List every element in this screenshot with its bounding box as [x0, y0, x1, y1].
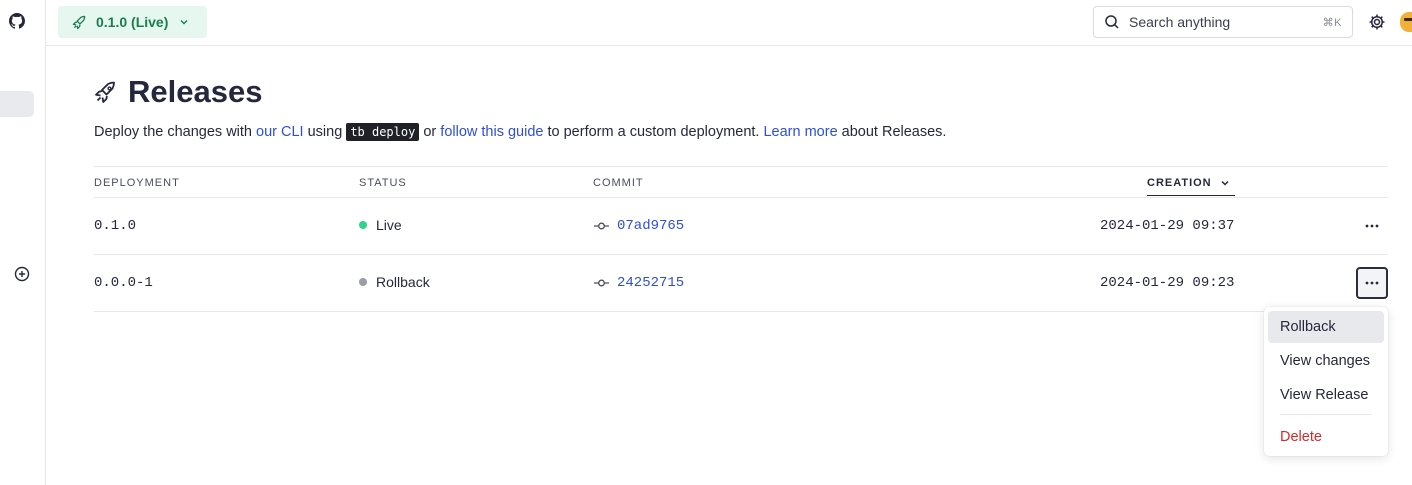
column-header-status[interactable]: STATUS — [359, 177, 407, 189]
creation-date: 2024-01-29 09:23 — [1100, 275, 1235, 291]
status-badge: Live — [359, 217, 402, 233]
row-actions-menu: Rollback View changes View Release Delet… — [1264, 307, 1388, 456]
status-label: Rollback — [376, 274, 430, 290]
releases-table: DEPLOYMENT STATUS COMMIT CREATION 0.1.0 … — [94, 166, 1388, 312]
commit-link[interactable]: 24252715 — [617, 275, 684, 291]
column-header-commit[interactable]: COMMIT — [593, 177, 644, 189]
table-header: DEPLOYMENT STATUS COMMIT CREATION — [94, 166, 1388, 198]
page-title: Releases — [128, 74, 263, 109]
commit-cell: 07ad9765 — [594, 218, 684, 234]
column-header-deployment[interactable]: DEPLOYMENT — [94, 177, 180, 189]
status-dot — [359, 278, 367, 286]
row-actions-button[interactable] — [1356, 267, 1388, 299]
chevron-down-icon — [180, 20, 188, 25]
github-icon[interactable] — [9, 13, 25, 29]
row-actions-button[interactable] — [1356, 210, 1388, 242]
desc-text: using — [303, 124, 347, 140]
search-input[interactable]: Search anything ⌘K — [1093, 6, 1353, 38]
search-icon — [1105, 15, 1119, 29]
left-rail — [0, 0, 46, 485]
menu-divider — [1280, 414, 1372, 415]
search-shortcut: ⌘K — [1322, 16, 1342, 29]
desc-text: or — [419, 124, 441, 140]
table-row: 0.1.0 Live 07ad9765 2024-01-29 09:37 — [94, 198, 1388, 255]
search-placeholder: Search anything — [1129, 14, 1231, 30]
desc-text: to perform a custom deployment. — [543, 124, 764, 140]
commit-icon — [594, 279, 609, 287]
status-label: Live — [376, 217, 402, 233]
creation-date: 2024-01-29 09:37 — [1100, 218, 1235, 234]
commit-link[interactable]: 07ad9765 — [617, 218, 684, 234]
column-header-creation[interactable]: CREATION — [1147, 177, 1235, 196]
learn-more-link[interactable]: Learn more — [763, 124, 837, 140]
gear-icon[interactable] — [1368, 13, 1386, 31]
avatar[interactable] — [1400, 12, 1412, 32]
status-badge: Rollback — [359, 274, 430, 290]
add-circle-icon[interactable] — [14, 266, 30, 282]
page-description: Deploy the changes with our CLI using tb… — [94, 122, 946, 142]
chevron-down-icon — [1221, 180, 1229, 186]
guide-link[interactable]: follow this guide — [440, 124, 543, 140]
commit-icon — [594, 222, 609, 230]
page-header: Releases — [94, 72, 262, 112]
more-horizontal-icon — [1365, 281, 1379, 285]
cli-link[interactable]: our CLI — [256, 124, 304, 140]
table-row: 0.0.0-1 Rollback 24252715 2024-01-29 09:… — [94, 255, 1388, 312]
release-selector[interactable]: 0.1.0 (Live) — [58, 6, 207, 38]
menu-item-delete[interactable]: Delete — [1268, 421, 1384, 453]
creation-label: CREATION — [1147, 177, 1212, 189]
rocket-icon — [95, 81, 115, 103]
more-horizontal-icon — [1365, 224, 1379, 228]
release-label: 0.1.0 (Live) — [96, 14, 169, 30]
rocket-icon — [72, 15, 86, 29]
desc-text: about Releases. — [837, 124, 947, 140]
commit-cell: 24252715 — [594, 275, 684, 291]
status-dot — [359, 221, 367, 229]
deployment-version: 0.1.0 — [94, 218, 137, 234]
deployment-version: 0.0.0-1 — [94, 275, 153, 291]
top-bar: 0.1.0 (Live) Search anything ⌘K — [46, 0, 1412, 46]
deploy-command: tb deploy — [346, 123, 420, 141]
menu-item-view-release[interactable]: View Release — [1268, 379, 1384, 411]
sidebar-active-item[interactable] — [0, 91, 34, 117]
desc-text: Deploy the changes with — [94, 124, 257, 140]
menu-item-rollback[interactable]: Rollback — [1268, 311, 1384, 343]
menu-item-view-changes[interactable]: View changes — [1268, 345, 1384, 377]
